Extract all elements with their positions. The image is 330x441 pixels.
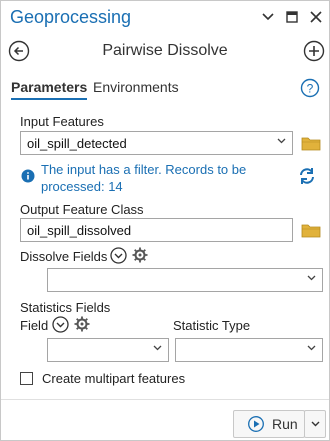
tool-header: Pairwise Dissolve (1, 37, 329, 67)
gear-icon[interactable] (132, 247, 148, 263)
field-label: Field (20, 318, 49, 333)
info-icon (21, 169, 35, 183)
restore-icon[interactable] (285, 10, 299, 24)
statistic-type-label: Statistic Type (173, 318, 251, 333)
tab-parameters[interactable]: Parameters (11, 79, 88, 100)
chevron-down-icon (311, 421, 319, 427)
dissolve-fields-label: Dissolve Fields (20, 249, 108, 264)
multipart-label: Create multipart features (42, 371, 186, 386)
input-features-value: oil_spill_detected (27, 136, 127, 151)
statistic-type-select[interactable] (175, 338, 323, 362)
pane-titlebar: Geoprocessing (1, 1, 329, 35)
svg-text:?: ? (307, 82, 314, 96)
add-icon[interactable] (303, 40, 325, 62)
pane-title: Geoprocessing (10, 7, 132, 27)
tab-environments[interactable]: Environments (93, 79, 179, 95)
chevron-down-icon[interactable] (277, 135, 286, 147)
gear-icon[interactable] (74, 316, 90, 332)
filter-message: The input has a filter. Records to be pr… (41, 162, 247, 194)
output-feature-class-label: Output Feature Class (20, 202, 144, 217)
expand-chevron-icon[interactable] (110, 247, 127, 264)
folder-icon[interactable] (301, 135, 321, 151)
expand-chevron-icon[interactable] (52, 316, 69, 333)
chevron-down-icon[interactable] (261, 10, 275, 24)
chevron-down-icon[interactable] (307, 272, 316, 284)
input-features-field[interactable]: oil_spill_detected (20, 131, 293, 155)
run-button[interactable]: Run (233, 410, 305, 438)
folder-icon[interactable] (301, 222, 321, 238)
multipart-checkbox[interactable] (20, 372, 33, 385)
chevron-down-icon[interactable] (153, 342, 162, 354)
tool-tabs: Parameters Environments (1, 77, 329, 101)
geoprocessing-pane: Geoprocessing Pairwise Dissolve Paramete… (0, 0, 330, 441)
output-feature-class-value: oil_spill_dissolved (27, 223, 132, 238)
statistics-field-select[interactable] (47, 338, 169, 362)
input-features-label: Input Features (20, 114, 104, 129)
run-options-button[interactable] (304, 410, 326, 438)
run-label: Run (272, 416, 298, 432)
play-icon (248, 416, 264, 432)
output-feature-class-field[interactable]: oil_spill_dissolved (20, 218, 293, 242)
refresh-icon[interactable] (297, 166, 317, 186)
chevron-down-icon[interactable] (307, 342, 316, 354)
close-icon[interactable] (309, 10, 323, 24)
help-icon[interactable]: ? (300, 78, 320, 98)
pane-window-controls (261, 10, 323, 24)
statistics-fields-label: Statistics Fields (20, 300, 111, 315)
tool-title: Pairwise Dissolve (102, 42, 228, 59)
dissolve-fields-select[interactable] (47, 268, 323, 292)
